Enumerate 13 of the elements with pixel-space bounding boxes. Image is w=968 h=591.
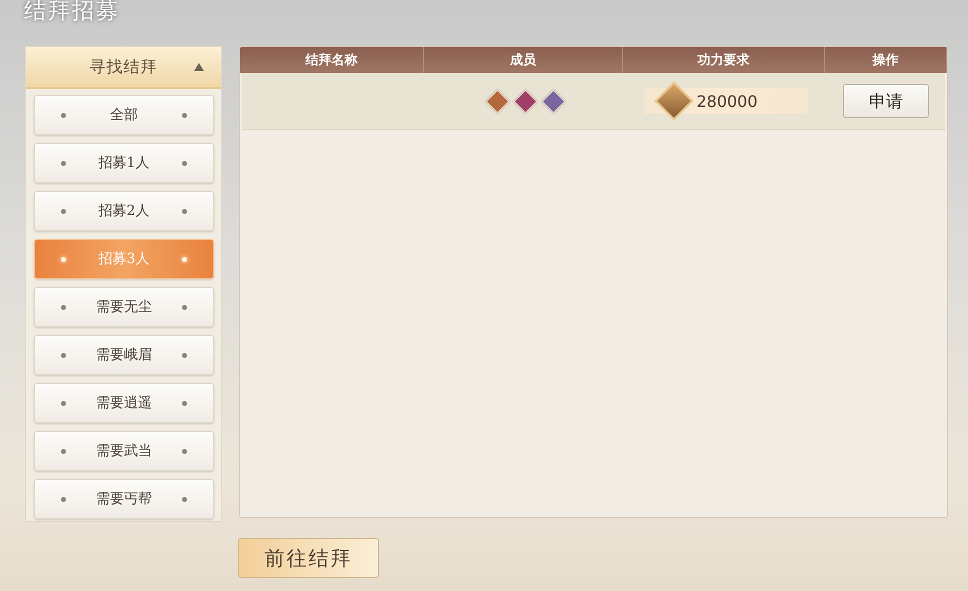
filter-tab[interactable]: 需要武当 — [34, 431, 214, 471]
caret-icon[interactable] — [194, 63, 204, 71]
filter-header[interactable]: 寻找结拜 — [26, 47, 221, 89]
filter-tab[interactable]: 全部 — [34, 95, 214, 135]
filter-tab[interactable]: 需要无尘 — [34, 287, 214, 327]
apply-button[interactable]: 申请 — [843, 84, 929, 118]
filter-tab[interactable]: 需要逍遥 — [34, 383, 214, 423]
go-button[interactable]: 前往结拜 — [238, 538, 379, 578]
filter-tab[interactable]: 招募2人 — [34, 191, 214, 231]
power-value: 280000 — [696, 92, 758, 110]
filter-tab[interactable]: 需要峨眉 — [34, 335, 214, 375]
filter-tab[interactable]: 招募1人 — [34, 143, 214, 183]
filter-tab[interactable]: 需要丐帮 — [34, 479, 214, 519]
